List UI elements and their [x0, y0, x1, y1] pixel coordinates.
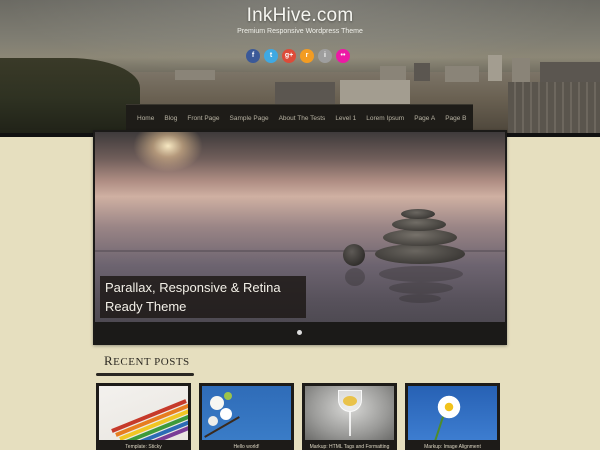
hero-slider: Parallax, Responsive & Retina Ready Them…: [93, 130, 507, 345]
nav-item-home[interactable]: Home: [132, 115, 159, 122]
slider-pagination-dot[interactable]: [297, 330, 302, 335]
google-plus-icon[interactable]: g+: [282, 49, 296, 63]
post-card[interactable]: Markup: Image Alignment: [405, 383, 500, 450]
rss-icon[interactable]: r: [300, 49, 314, 63]
post-card[interactable]: Template: Sticky: [96, 383, 191, 450]
header-apartment-block: [508, 82, 600, 137]
header-building: [340, 80, 410, 104]
post-thumbnail-glass[interactable]: [305, 386, 394, 440]
header-building: [175, 70, 215, 80]
stone-reflection: [399, 294, 441, 303]
daisy-stem: [434, 416, 444, 440]
main-navigation: Home Blog Front Page Sample Page About The T…: [126, 104, 473, 132]
post-thumbnail-pencils[interactable]: [99, 386, 188, 440]
header-building: [488, 55, 502, 81]
post-title[interactable]: Hello world!: [202, 444, 291, 450]
nav-item-sample-page[interactable]: Sample Page: [225, 115, 274, 122]
recent-posts-heading: RECENT POSTS: [104, 353, 190, 369]
slide-caption: Parallax, Responsive & Retina Ready Them…: [100, 276, 306, 318]
post-card[interactable]: Hello world!: [199, 383, 294, 450]
facebook-icon[interactable]: f: [246, 49, 260, 63]
slide-image-zen-stones[interactable]: Parallax, Responsive & Retina Ready Them…: [95, 132, 505, 322]
stone-reflection: [389, 282, 453, 294]
header-building: [380, 66, 406, 80]
nav-item-page-a[interactable]: Page A: [409, 115, 440, 122]
recent-posts-heading-cap: R: [104, 353, 114, 368]
header-building: [275, 82, 335, 104]
small-stone: [343, 244, 365, 266]
twitter-icon[interactable]: t: [264, 49, 278, 63]
flickr-icon[interactable]: ••: [336, 49, 350, 63]
recent-posts-heading-rest: ECENT POSTS: [113, 356, 190, 368]
nav-item-lorem-ipsum[interactable]: Lorem Ipsum: [361, 115, 409, 122]
stone: [401, 209, 435, 219]
blossom: [208, 416, 218, 426]
post-title[interactable]: Template: Sticky: [99, 444, 188, 450]
site-title[interactable]: InkHive.com: [0, 5, 600, 27]
nav-item-blog[interactable]: Blog: [159, 115, 182, 122]
header-building: [414, 63, 430, 81]
post-thumbnail-daisy[interactable]: [408, 386, 497, 440]
glass-stem: [349, 412, 351, 436]
leaf: [224, 392, 232, 400]
site-tagline: Premium Responsive Wordpress Theme: [237, 28, 363, 35]
nav-item-page-b[interactable]: Page B: [440, 115, 471, 122]
post-title[interactable]: Markup: HTML Tags and Formatting: [305, 444, 394, 450]
post-card[interactable]: Markup: HTML Tags and Formatting: [302, 383, 397, 450]
nav-item-front-page[interactable]: Front Page: [182, 115, 224, 122]
heading-underline: [96, 373, 194, 376]
sunset-glow: [133, 132, 203, 172]
header-building: [512, 58, 530, 82]
post-title[interactable]: Markup: Image Alignment: [408, 444, 497, 450]
stone-reflection: [345, 268, 365, 286]
header-hills: [0, 58, 140, 137]
nav-item-level-1[interactable]: Level 1: [330, 115, 361, 122]
header-building: [445, 66, 479, 82]
stone: [392, 218, 446, 231]
post-thumbnail-blossom[interactable]: [202, 386, 291, 440]
stone: [375, 244, 465, 264]
stone-reflection: [379, 266, 463, 282]
header-building: [540, 62, 600, 82]
blossom: [220, 408, 232, 420]
stone: [383, 229, 457, 246]
daisy-flower: [436, 394, 462, 420]
social-icons: f t g+ r i ••: [246, 49, 350, 63]
instagram-icon[interactable]: i: [318, 49, 332, 63]
nav-item-about-the-tests[interactable]: About The Tests: [274, 115, 331, 122]
glass-contents: [343, 396, 357, 406]
